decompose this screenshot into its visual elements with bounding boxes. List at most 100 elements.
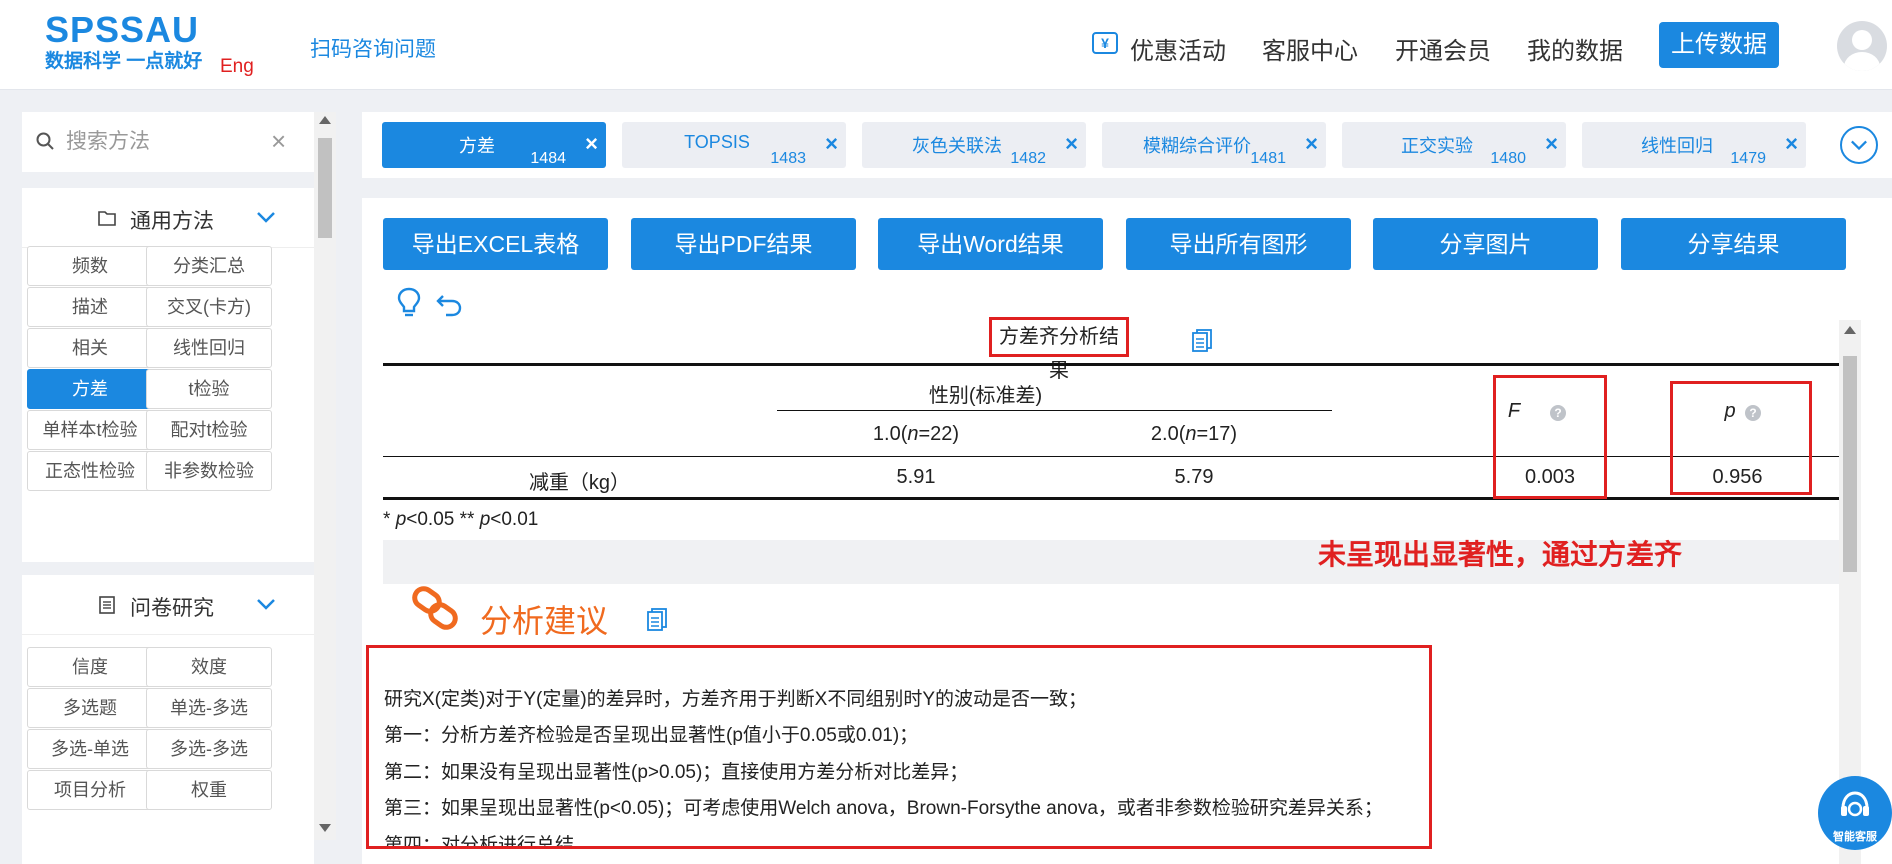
share-result-button[interactable]: 分享结果 — [1621, 218, 1846, 270]
close-icon[interactable]: × — [1785, 133, 1798, 155]
annotation-text: 未呈现出显著性，通过方差齐 — [1318, 539, 1683, 570]
user-avatar[interactable] — [1837, 21, 1887, 71]
scroll-thumb[interactable] — [1843, 356, 1857, 572]
scroll-thumb[interactable] — [318, 138, 332, 238]
method-linear-regression[interactable]: 线性回归 — [146, 328, 272, 368]
method-group-summary[interactable]: 分类汇总 — [146, 246, 272, 286]
close-icon[interactable]: × — [585, 133, 598, 155]
nav-membership[interactable]: 开通会员 — [1395, 31, 1491, 66]
advice-line: 第二：如果没有呈现出显著性(p>0.05)；直接使用方差分析对比差异； — [384, 762, 969, 783]
copy-icon[interactable] — [1191, 328, 1213, 352]
method-descriptive[interactable]: 描述 — [27, 287, 153, 327]
method-correlation[interactable]: 相关 — [27, 328, 153, 368]
cell-value: 5.91 — [896, 466, 936, 488]
group-general-methods: 通用方法 频数 分类汇总 描述 交叉(卡方) 相关 线性回归 方差 t检验 单样… — [22, 188, 314, 562]
method-single-multi[interactable]: 单选-多选 — [146, 688, 272, 728]
logo-text: SPSSAU — [45, 9, 200, 50]
tab-grey-relational[interactable]: 灰色关联法 1482 × — [862, 122, 1086, 168]
undo-icon[interactable] — [435, 286, 463, 320]
close-icon[interactable]: × — [1305, 133, 1318, 155]
upload-data-button[interactable]: 上传数据 — [1659, 22, 1779, 68]
column-header-1: 1.0(n=22) — [872, 423, 960, 445]
method-variance[interactable]: 方差 — [27, 369, 153, 409]
history-tabs: 方差 1484 × TOPSIS 1483 × 灰色关联法 1482 × 模糊综… — [362, 112, 1892, 178]
method-reliability[interactable]: 信度 — [27, 647, 153, 687]
sidebar-scrollbar[interactable] — [314, 112, 336, 840]
chevron-down-icon[interactable] — [256, 597, 276, 611]
method-crosstab[interactable]: 交叉(卡方) — [146, 287, 272, 327]
scan-consult-link[interactable]: 扫码咨询问题 — [310, 33, 436, 63]
logo[interactable]: SPSSAU 数据科学 一点就好 — [45, 10, 202, 73]
method-normality[interactable]: 正态性检验 — [27, 451, 153, 491]
method-frequency[interactable]: 频数 — [27, 246, 153, 286]
chevron-down-icon[interactable] — [256, 210, 276, 224]
document-icon — [99, 596, 115, 614]
nav-service-center[interactable]: 客服中心 — [1262, 31, 1358, 66]
smart-service-button[interactable]: 智能客服 — [1818, 776, 1892, 858]
export-figures-button[interactable]: 导出所有图形 — [1126, 218, 1351, 270]
copy-icon[interactable] — [646, 607, 668, 631]
method-multi-multi[interactable]: 多选-多选 — [146, 729, 272, 769]
method-nonparametric[interactable]: 非参数检验 — [146, 451, 272, 491]
close-icon[interactable]: × — [1065, 133, 1078, 155]
top-header: SPSSAU 数据科学 一点就好 Eng 扫码咨询问题 ¥ 优惠活动 客服中心 … — [0, 0, 1892, 90]
scroll-up-arrow[interactable] — [1844, 326, 1856, 334]
group-header[interactable]: 通用方法 — [22, 188, 314, 248]
tab-fuzzy-evaluation[interactable]: 模糊综合评价 1481 × — [1102, 122, 1326, 168]
method-weight[interactable]: 权重 — [146, 770, 272, 810]
lightbulb-icon[interactable] — [395, 286, 423, 320]
method-multi-single[interactable]: 多选-单选 — [27, 729, 153, 769]
headset-icon — [1841, 791, 1869, 817]
link-icon — [412, 586, 458, 630]
group-header: 性别(标准差) — [928, 385, 1043, 407]
tab-linear-regression[interactable]: 线性回归 1479 × — [1582, 122, 1806, 168]
tab-number: 1480 — [1490, 150, 1526, 167]
folder-icon — [98, 211, 116, 226]
advice-line: 第三：如果呈现出显著性(p<0.05)；可考虑使用Welch anova，Bro… — [384, 798, 1383, 819]
tab-orthogonal[interactable]: 正交实验 1480 × — [1342, 122, 1566, 168]
advice-title: 分析建议 — [480, 603, 609, 639]
group-questionnaire: 问卷研究 信度 效度 多选题 单选-多选 多选-单选 多选-多选 项目分析 权重 — [22, 575, 314, 864]
share-image-button[interactable]: 分享图片 — [1373, 218, 1598, 270]
search-input[interactable] — [66, 126, 266, 158]
method-t-test[interactable]: t检验 — [146, 369, 272, 409]
cell-value: 5.79 — [1174, 466, 1214, 488]
highlight-box-f — [1493, 375, 1607, 499]
tab-number: 1483 — [770, 150, 806, 167]
group-title: 问卷研究 — [130, 597, 214, 620]
export-excel-button[interactable]: 导出EXCEL表格 — [383, 218, 608, 270]
clear-icon[interactable]: × — [271, 128, 286, 154]
search-icon — [36, 132, 54, 150]
group-header[interactable]: 问卷研究 — [22, 575, 314, 635]
close-icon[interactable]: × — [1545, 133, 1558, 155]
method-one-sample-t[interactable]: 单样本t检验 — [27, 410, 153, 450]
tab-topsis[interactable]: TOPSIS 1483 × — [622, 122, 846, 168]
nav-promotions[interactable]: 优惠活动 — [1130, 31, 1226, 66]
tab-number: 1479 — [1730, 150, 1766, 167]
nav-my-data[interactable]: 我的数据 — [1527, 31, 1623, 66]
method-item-analysis[interactable]: 项目分析 — [27, 770, 153, 810]
language-link[interactable]: Eng — [220, 56, 254, 78]
service-label: 智能客服 — [1833, 831, 1877, 843]
chevron-down-icon[interactable] — [1840, 126, 1878, 164]
close-icon[interactable]: × — [825, 133, 838, 155]
coupon-icon[interactable]: ¥ — [1092, 32, 1118, 54]
method-multi-choice[interactable]: 多选题 — [27, 688, 153, 728]
scroll-down-arrow[interactable] — [319, 824, 331, 832]
scroll-up-arrow[interactable] — [319, 116, 331, 124]
advice-line: 第四：对分析进行总结。 — [384, 835, 594, 849]
group-title: 通用方法 — [130, 210, 214, 233]
tab-number: 1482 — [1010, 150, 1046, 167]
export-pdf-button[interactable]: 导出PDF结果 — [631, 218, 856, 270]
tab-variance[interactable]: 方差 1484 × — [382, 122, 606, 168]
export-word-button[interactable]: 导出Word结果 — [878, 218, 1103, 270]
method-paired-t[interactable]: 配对t检验 — [146, 410, 272, 450]
advice-line: 第一：分析方差齐检验是否呈现出显著性(p值小于0.05或0.01)； — [384, 725, 919, 746]
logo-slogan: 数据科学 一点就好 — [45, 51, 203, 72]
tab-number: 1484 — [530, 150, 566, 167]
advice-box: 研究X(定类)对于Y(定量)的差异时，方差齐用于判断X不同组别时Y的波动是否一致… — [366, 645, 1432, 849]
row-label: 减重（kg） — [528, 472, 631, 494]
method-validity[interactable]: 效度 — [146, 647, 272, 687]
method-sidebar: × 通用方法 频数 分类汇总 描述 交叉(卡方) 相关 线性回归 方差 t检验 … — [22, 112, 336, 864]
significance-note: * p<0.05 ** p<0.01 — [383, 509, 539, 530]
